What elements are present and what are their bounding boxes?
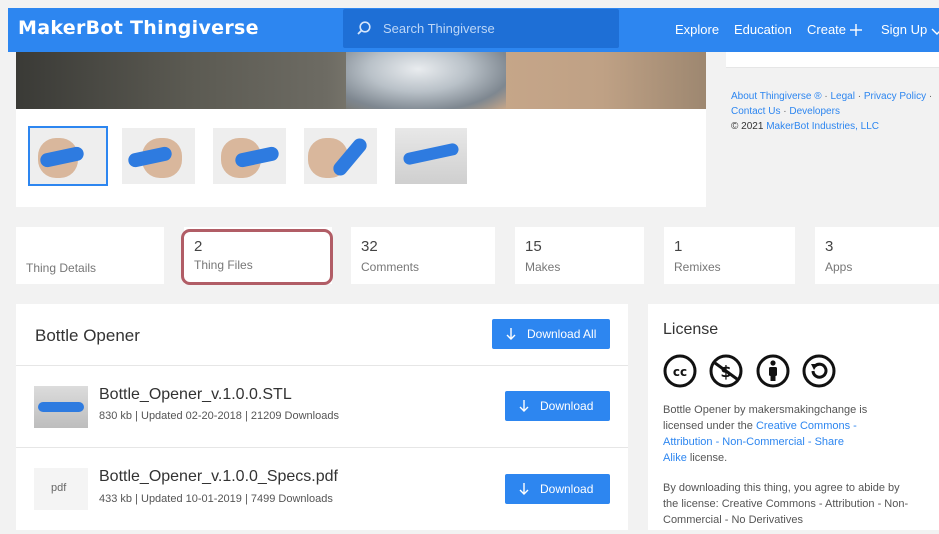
- tab-label: Apps: [825, 260, 853, 274]
- agreement-line: Commercial - No Derivatives: [663, 514, 803, 526]
- license-type-link[interactable]: Attribution - Non-Commercial - Share: [663, 434, 933, 450]
- tab-count: 1: [674, 238, 683, 255]
- top-navigation-bar: MakerBot Thingiverse Search Thingiverse …: [8, 8, 939, 52]
- tab-remixes[interactable]: 1 Remixes: [664, 227, 795, 284]
- company-link[interactable]: MakerBot Industries, LLC: [766, 121, 879, 132]
- highlight-annotation: [181, 229, 333, 285]
- search-placeholder: Search Thingiverse: [383, 21, 495, 36]
- nav-create[interactable]: Create: [807, 22, 863, 37]
- attribution-icon: [756, 354, 790, 388]
- alike-link[interactable]: Alike: [663, 452, 687, 464]
- opener-graphic: [38, 402, 84, 412]
- file-name[interactable]: Bottle_Opener_v.1.0.0_Specs.pdf: [99, 468, 338, 486]
- license-line: Bottle Opener by makersmakingchange is: [663, 404, 868, 416]
- download-button[interactable]: Download: [505, 474, 610, 504]
- tab-comments[interactable]: 32 Comments: [351, 227, 495, 284]
- tab-apps[interactable]: 3 Apps: [815, 227, 939, 284]
- nav-signup-label: Sign Up: [881, 22, 928, 37]
- cc-icon: cc: [663, 354, 697, 388]
- file-thumbnail-stl: [34, 386, 88, 428]
- nav-education[interactable]: Education: [734, 22, 792, 37]
- gallery-thumbnail-5[interactable]: [395, 128, 467, 184]
- gallery-thumbnail-4[interactable]: [304, 128, 377, 184]
- main-photo: [16, 52, 706, 109]
- license-text: license.: [689, 452, 728, 464]
- file-name[interactable]: Bottle_Opener_v.1.0.0.STL: [99, 386, 292, 404]
- gallery-thumbnail-3[interactable]: [213, 128, 286, 184]
- plus-icon: [850, 24, 863, 36]
- footer-links-row-2: Contact Us · Developers: [731, 106, 840, 117]
- gallery-thumbnail-2[interactable]: [122, 128, 195, 184]
- copyright: © 2021 MakerBot Industries, LLC: [731, 121, 879, 132]
- divider: [16, 447, 628, 448]
- copyright-prefix: © 2021: [731, 121, 764, 132]
- tab-makes[interactable]: 15 Makes: [515, 227, 644, 284]
- tab-label: Thing Details: [26, 261, 97, 275]
- download-all-label: Download All: [527, 327, 597, 341]
- download-button[interactable]: Download: [505, 391, 610, 421]
- privacy-link[interactable]: Privacy Policy: [864, 91, 926, 102]
- license-panel: License cc $ Bottle Opener by makersmaki…: [648, 304, 939, 530]
- share-alike-icon: [802, 354, 836, 388]
- download-arrow-icon: [519, 483, 529, 495]
- license-line: Alike license.: [663, 450, 933, 466]
- search-icon: [357, 21, 371, 35]
- creative-commons-link[interactable]: Creative Commons -: [756, 420, 857, 432]
- download-label: Download: [540, 399, 594, 413]
- file-thumbnail-pdf: pdf: [34, 468, 88, 510]
- tab-count: 3: [825, 238, 834, 255]
- nav-signup[interactable]: Sign Up: [881, 22, 939, 37]
- download-all-button[interactable]: Download All: [492, 319, 610, 349]
- nav-explore[interactable]: Explore: [675, 22, 719, 37]
- download-arrow-icon: [519, 400, 529, 412]
- chevron-down-icon: [931, 28, 939, 35]
- svg-text:cc: cc: [673, 365, 687, 379]
- tab-label: Comments: [361, 260, 420, 274]
- tab-count: 15: [525, 238, 542, 255]
- files-title: Bottle Opener: [35, 326, 140, 345]
- developers-link[interactable]: Developers: [789, 106, 840, 117]
- license-description: Bottle Opener by makersmakingchange is l…: [663, 402, 933, 466]
- license-agreement: By downloading this thing, you agree to …: [663, 480, 933, 528]
- license-line: licensed under the Creative Commons -: [663, 418, 933, 434]
- contact-link[interactable]: Contact Us: [731, 106, 780, 117]
- license-title: License: [663, 321, 719, 338]
- pdf-thumb-text: pdf: [51, 482, 67, 494]
- footer-links-row-1: About Thingiverse ® · Legal · Privacy Po…: [731, 91, 933, 102]
- download-arrow-icon: [506, 328, 516, 340]
- file-meta: 830 kb | Updated 02-20-2018 | 21209 Down…: [99, 410, 339, 422]
- cc-icons: cc $: [663, 354, 844, 393]
- jar-photo-detail: [346, 52, 506, 109]
- tab-count: 32: [361, 238, 378, 255]
- tab-label: Remixes: [674, 260, 721, 274]
- tab-label: Makes: [525, 260, 561, 274]
- search-input[interactable]: Search Thingiverse: [343, 9, 619, 48]
- download-label: Download: [540, 482, 594, 496]
- thing-files-panel: Bottle Opener Download All Bottle_Opener…: [16, 304, 628, 530]
- non-commercial-icon: $: [709, 354, 743, 388]
- agreement-line: the license: Creative Commons - Attribut…: [663, 498, 909, 510]
- gallery-thumbnail-1[interactable]: [28, 126, 108, 186]
- sidebar-card-bottom: [726, 52, 939, 68]
- tab-thing-details[interactable]: Thing Details: [16, 227, 164, 284]
- nav-create-label: Create: [807, 22, 847, 37]
- image-gallery: [16, 52, 706, 207]
- legal-link[interactable]: Legal: [830, 91, 854, 102]
- opener-graphic: [402, 142, 460, 166]
- makerbot-thingiverse-logo[interactable]: MakerBot Thingiverse: [18, 17, 259, 39]
- license-text: licensed under the: [663, 420, 753, 432]
- file-meta: 433 kb | Updated 10-01-2019 | 7499 Downl…: [99, 493, 333, 505]
- about-link[interactable]: About Thingiverse ®: [731, 91, 822, 102]
- agreement-line: By downloading this thing, you agree to …: [663, 482, 900, 494]
- divider: [16, 365, 628, 366]
